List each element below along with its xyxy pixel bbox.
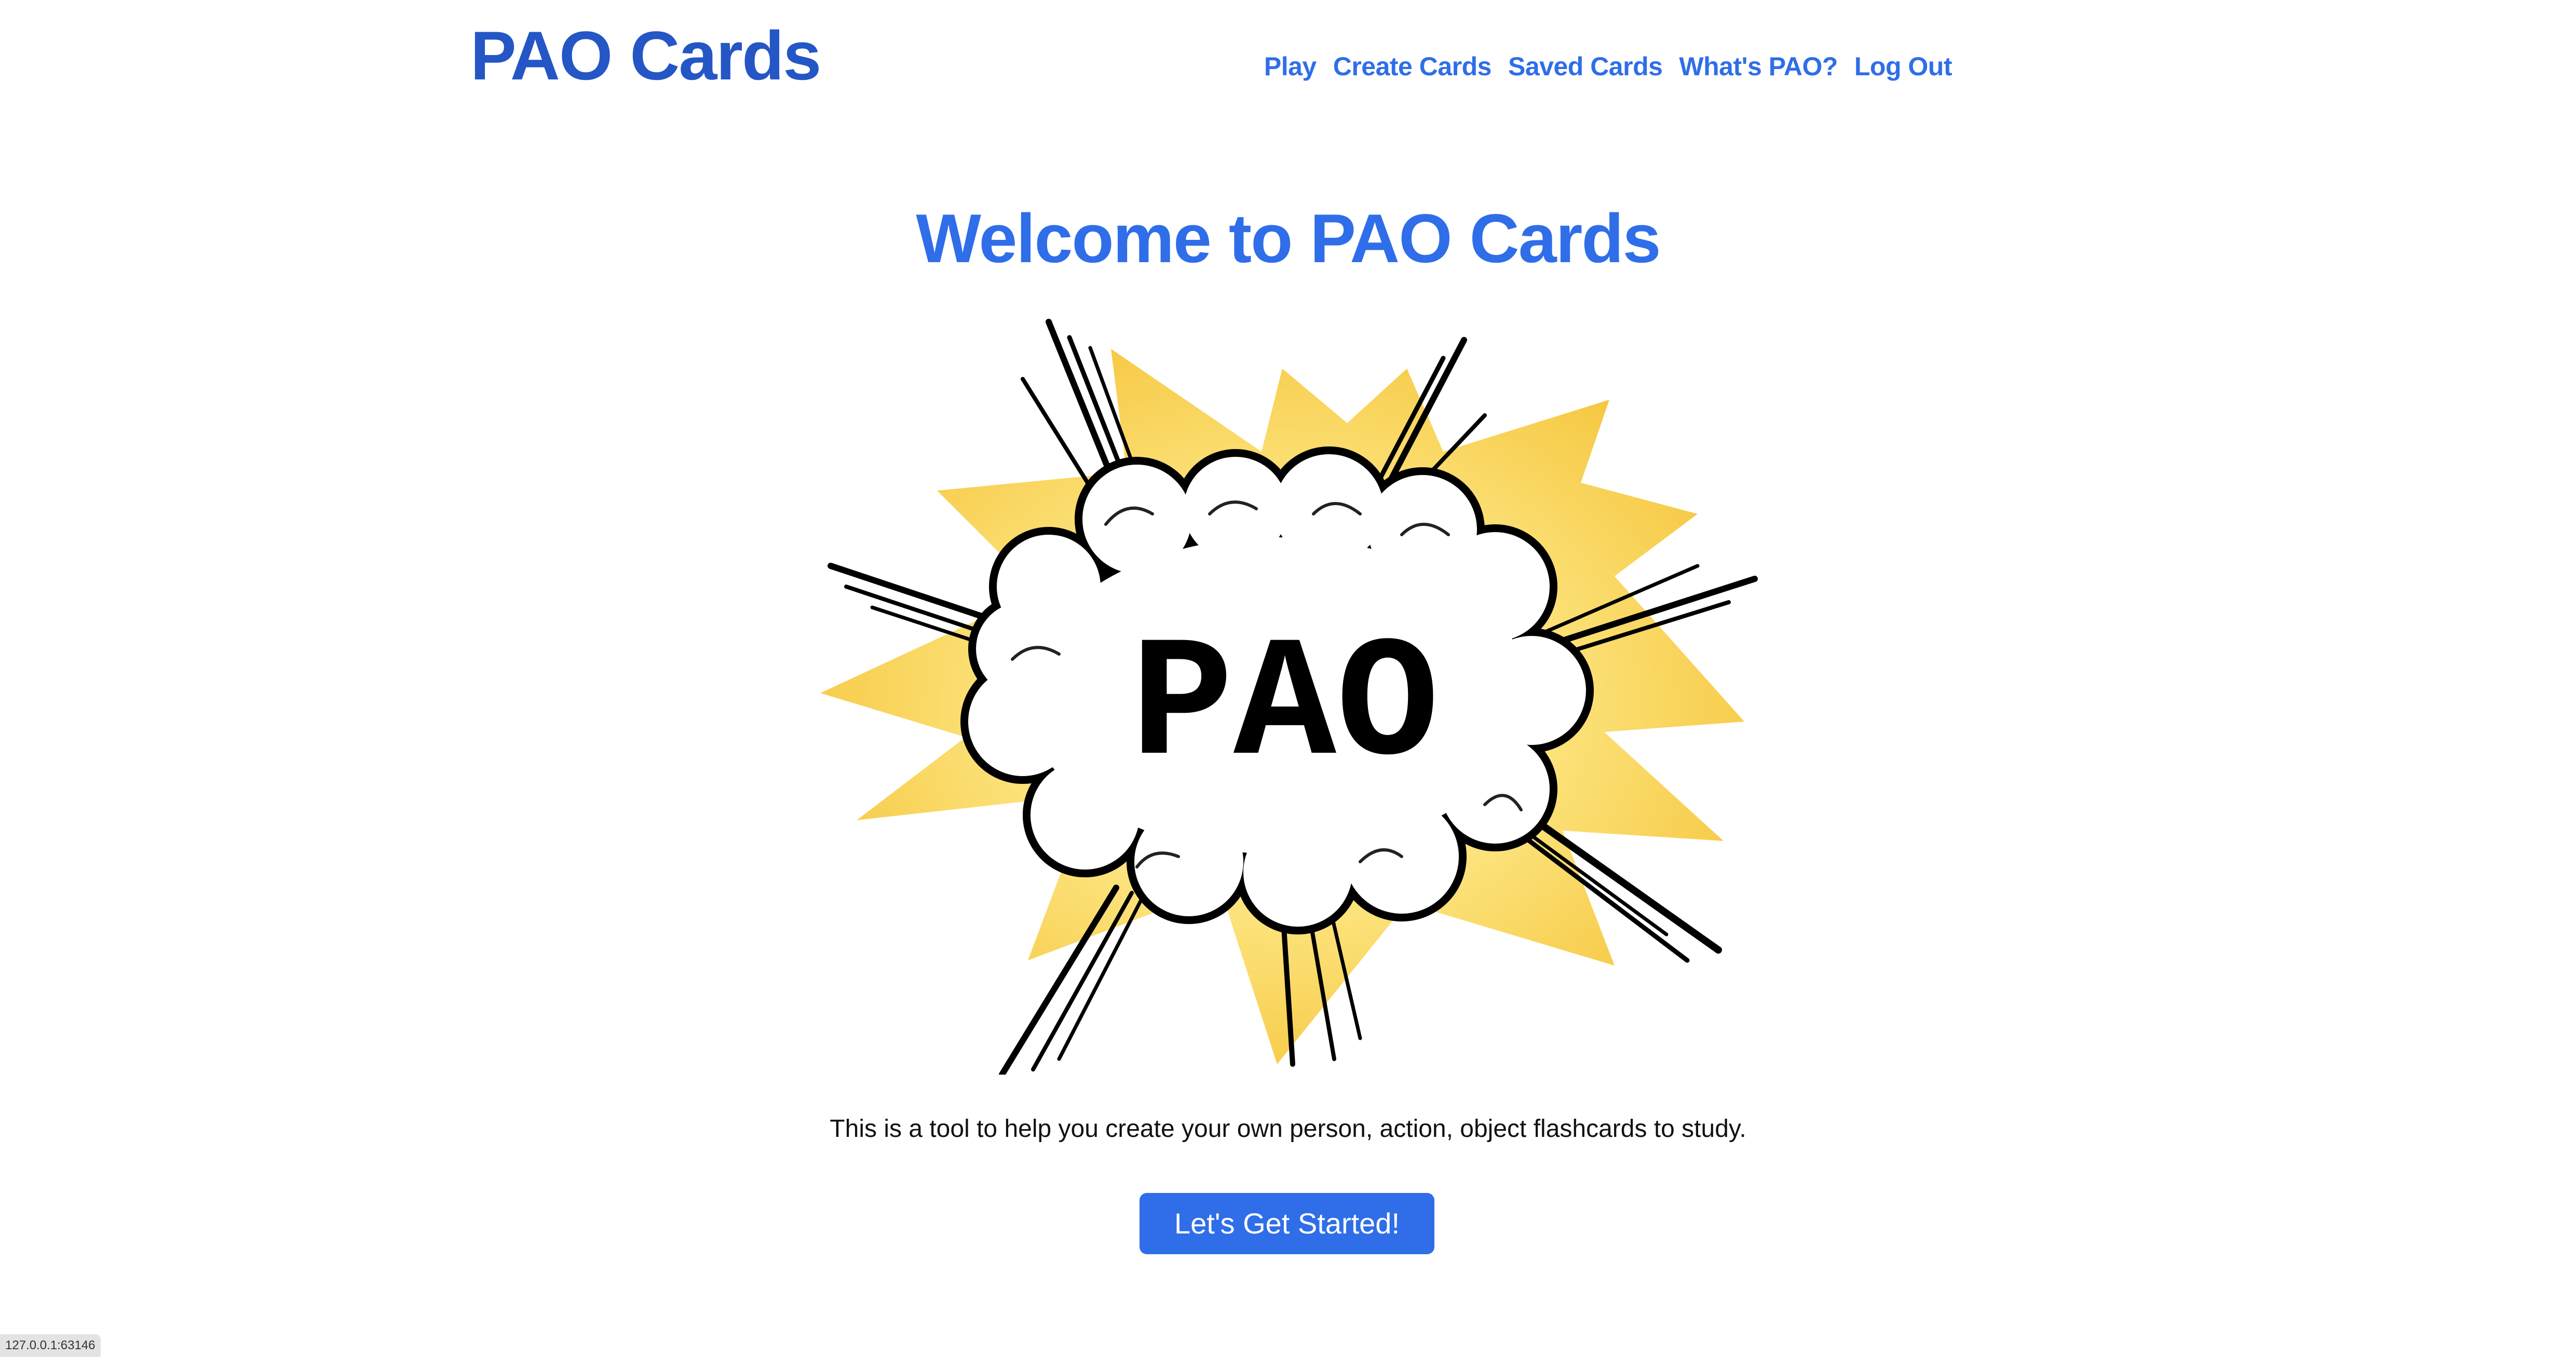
nav-link-play[interactable]: Play bbox=[1264, 46, 1317, 87]
comic-explosion-icon: PAO bbox=[820, 319, 1758, 1075]
hero-image-text: PAO bbox=[1131, 610, 1439, 805]
get-started-button[interactable]: Let's Get Started! bbox=[1140, 1193, 1434, 1254]
brand-logo-link[interactable]: PAO Cards bbox=[470, 15, 821, 98]
hero-image: PAO bbox=[815, 296, 1760, 1075]
tagline: This is a tool to help you create your o… bbox=[830, 1115, 1746, 1143]
status-bar-url: 127.0.0.1:63146 bbox=[0, 1334, 101, 1357]
nav-link-log-out[interactable]: Log Out bbox=[1854, 46, 1953, 87]
nav-link-saved-cards[interactable]: Saved Cards bbox=[1508, 46, 1663, 87]
nav-link-create-cards[interactable]: Create Cards bbox=[1333, 46, 1492, 87]
page-title: Welcome to PAO Cards bbox=[916, 200, 1661, 277]
nav-link-whats-pao[interactable]: What's PAO? bbox=[1679, 46, 1838, 87]
main-nav: Play Create Cards Saved Cards What's PAO… bbox=[1264, 46, 1953, 87]
